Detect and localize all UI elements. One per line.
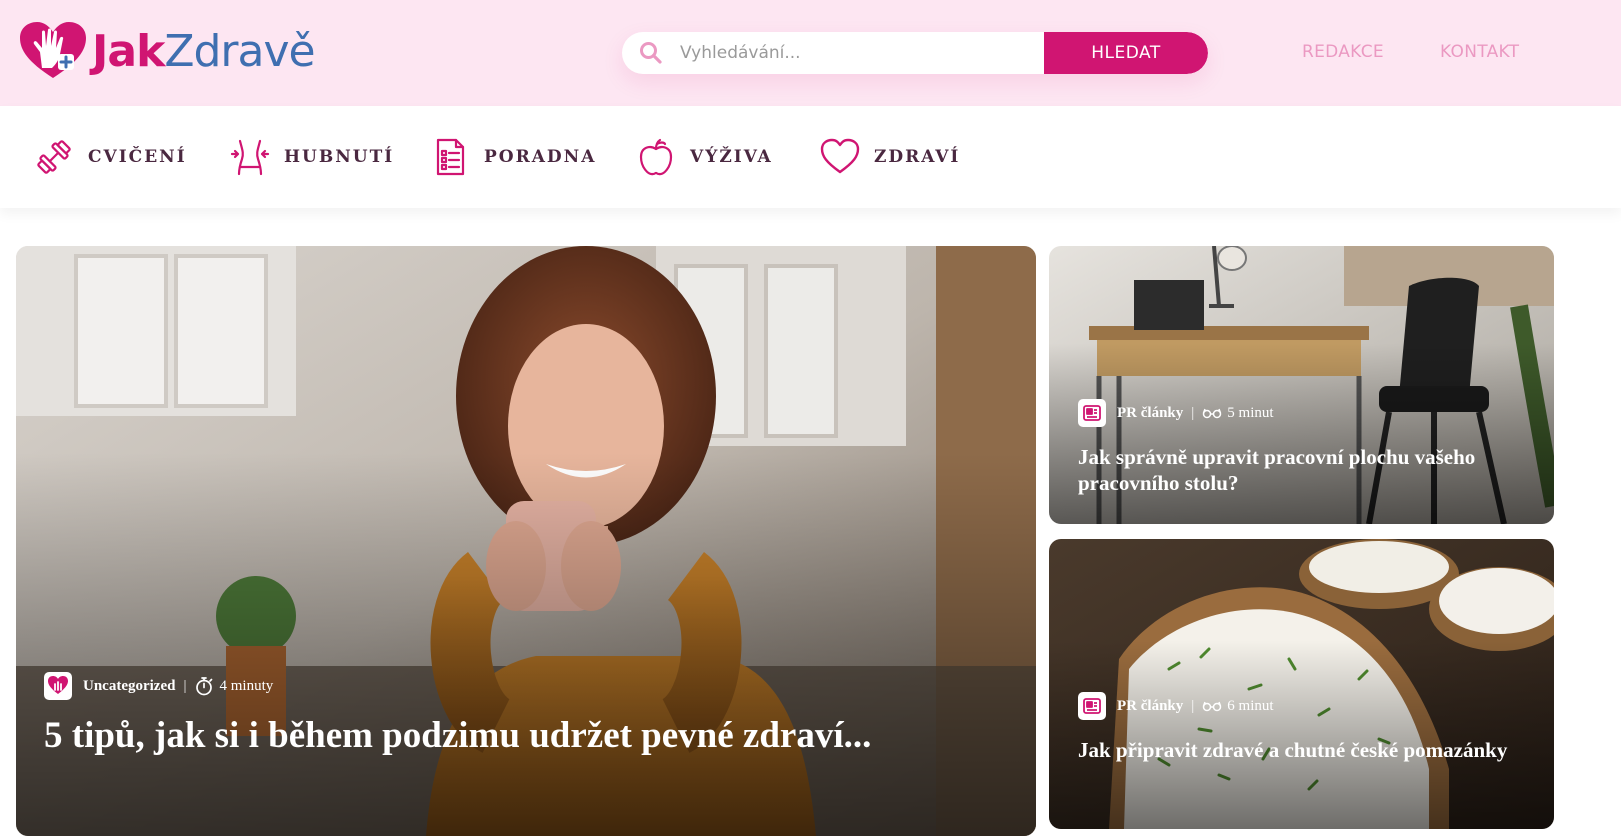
- search-bar: HLEDAT: [622, 32, 1208, 74]
- nav-label-hubnuti: HUBNUTÍ: [284, 147, 395, 167]
- nav-item-vyziva[interactable]: VÝŽIVA: [636, 134, 773, 180]
- nav-label-zdravi: ZDRAVÍ: [874, 147, 961, 167]
- side-article-category[interactable]: PR články: [1117, 405, 1183, 422]
- document-icon: [436, 138, 465, 176]
- newspaper-icon: [1083, 698, 1101, 714]
- logo-text: JakZdravě: [92, 30, 316, 74]
- category-badge: [44, 672, 72, 700]
- meta-separator: |: [183, 677, 187, 694]
- search-button[interactable]: HLEDAT: [1044, 32, 1208, 74]
- featured-category[interactable]: Uncategorized: [83, 678, 175, 695]
- nav-label-cviceni: CVIČENÍ: [88, 147, 187, 167]
- nav-label-poradna: PORADNA: [484, 147, 597, 167]
- side-article-title[interactable]: Jak správně upravit pracovní plochu vaše…: [1078, 444, 1538, 496]
- heart-hand-icon: [48, 676, 68, 694]
- nav-item-hubnuti[interactable]: HUBNUTÍ: [230, 134, 394, 180]
- logo-text-jak: Jak: [92, 26, 165, 77]
- dumbbell-icon: [37, 140, 71, 174]
- side-article-category[interactable]: PR články: [1117, 698, 1183, 715]
- category-badge: [1078, 692, 1106, 720]
- heart-icon: [820, 138, 860, 174]
- side-article-read-time: 5 minut: [1227, 404, 1274, 421]
- featured-read-time: 4 minuty: [219, 677, 274, 694]
- site-logo[interactable]: JakZdravě: [18, 22, 316, 82]
- featured-meta: Uncategorized | 4 minuty: [44, 672, 273, 700]
- glasses-icon: [1203, 408, 1222, 419]
- waist-icon: [230, 139, 270, 176]
- side-article-card[interactable]: PR články | 5 minut Jak správně upravit …: [1049, 246, 1554, 524]
- nav-label-vyziva: VÝŽIVA: [690, 147, 773, 167]
- nav-item-poradna[interactable]: PORADNA: [430, 134, 596, 180]
- logo-text-zdrave: Zdravě: [164, 26, 315, 77]
- newspaper-icon: [1083, 405, 1101, 421]
- search-input[interactable]: [678, 32, 1044, 74]
- side-image-overlay: [1049, 539, 1554, 829]
- site-header: JakZdravě HLEDAT REDAKCE KONTAKT: [0, 0, 1621, 106]
- meta-separator: |: [1191, 697, 1195, 714]
- search-icon: [640, 42, 662, 64]
- stopwatch-icon: [196, 677, 213, 696]
- kontakt-link[interactable]: KONTAKT: [1440, 42, 1519, 62]
- nav-item-cviceni[interactable]: CVIČENÍ: [34, 134, 187, 180]
- side-article-meta: PR články | 6 minut: [1078, 692, 1274, 720]
- nav-item-zdravi[interactable]: ZDRAVÍ: [820, 134, 960, 180]
- category-nav: CVIČENÍ HUBNUTÍ PORADNA VÝŽIVA ZDRAVÍ: [0, 106, 1621, 208]
- meta-separator: |: [1191, 404, 1195, 421]
- heart-hand-logo-icon: [20, 22, 86, 78]
- category-badge: [1078, 399, 1106, 427]
- side-article-card[interactable]: PR články | 6 minut Jak připravit zdravé…: [1049, 539, 1554, 829]
- apple-icon: [639, 138, 673, 176]
- side-article-meta: PR články | 5 minut: [1078, 399, 1274, 427]
- featured-title[interactable]: 5 tipů, jak si i během podzimu udržet pe…: [44, 714, 1004, 758]
- featured-article-card[interactable]: Uncategorized | 4 minuty 5 tipů, jak si …: [16, 246, 1036, 836]
- side-article-title[interactable]: Jak připravit zdravé a chutné české poma…: [1078, 737, 1538, 763]
- glasses-icon: [1203, 701, 1222, 712]
- redakce-link[interactable]: REDAKCE: [1302, 42, 1384, 62]
- side-article-read-time: 6 minut: [1227, 697, 1274, 714]
